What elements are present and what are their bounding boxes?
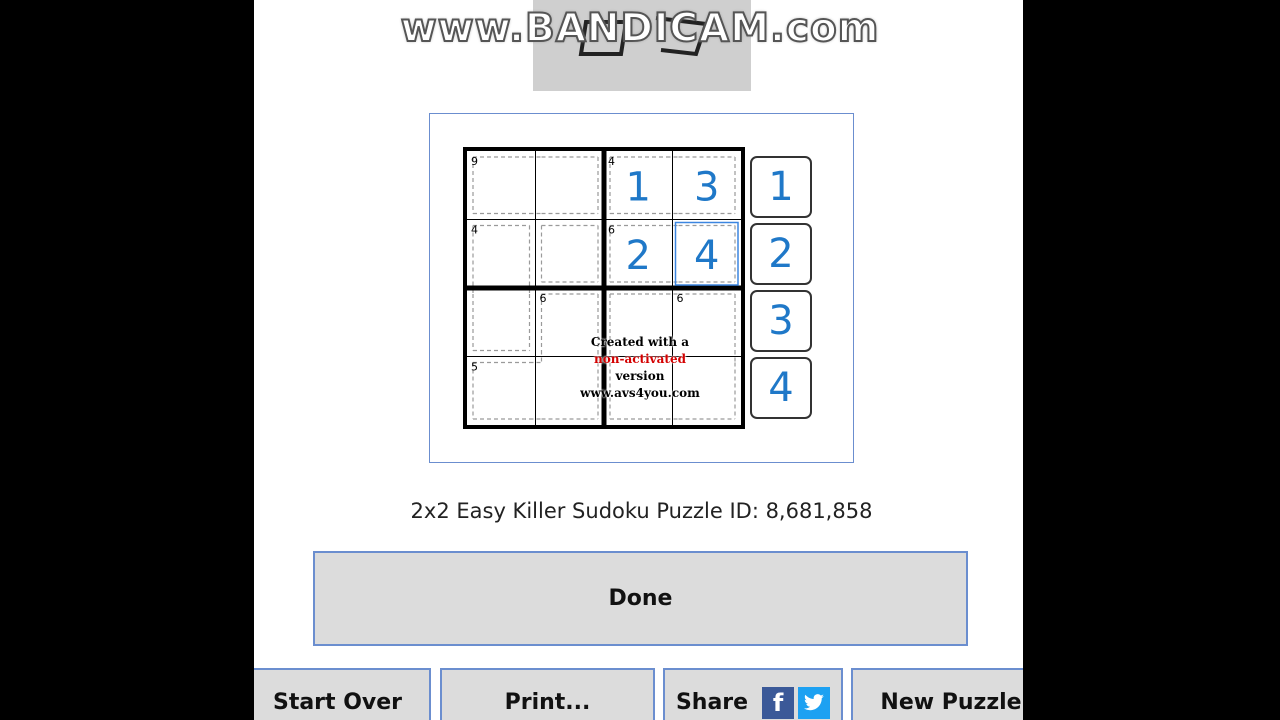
avs-watermark: Created with a non-activated version www… (580, 334, 700, 402)
avs-line-2-red: non-activated (594, 352, 686, 366)
share-label: Share (675, 690, 749, 715)
palette-button-3[interactable]: 3 (750, 290, 812, 352)
app-page: www.BANDICAM.com 94466651324 1234 Create… (254, 0, 1023, 720)
avs-line-2-rest: version (615, 369, 665, 383)
twitter-bird-icon (804, 694, 824, 711)
sudoku-cell[interactable] (467, 220, 536, 289)
facebook-icon[interactable]: f (762, 687, 795, 719)
avs-line-1: Created with a (590, 335, 690, 349)
bandicam-watermark: www.BANDICAM.com (400, 5, 880, 52)
new-puzzle-label: New Puzzle (880, 690, 1022, 715)
cell-digit: 1 (626, 164, 651, 210)
cell-digit: 3 (694, 164, 719, 210)
share-button[interactable]: Share f (663, 668, 843, 720)
start-over-button[interactable]: Start Over (254, 668, 431, 720)
sudoku-cell[interactable] (536, 220, 605, 289)
twitter-icon[interactable] (798, 687, 831, 719)
palette-button-2[interactable]: 2 (750, 223, 812, 285)
sudoku-cell[interactable] (467, 151, 536, 220)
puzzle-caption: 2x2 Easy Killer Sudoku Puzzle ID: 8,681,… (410, 499, 873, 523)
sudoku-cell[interactable] (536, 151, 605, 220)
start-over-label: Start Over (272, 690, 403, 715)
sudoku-cell[interactable] (467, 357, 536, 426)
sudoku-cell[interactable] (467, 288, 536, 357)
palette-button-4[interactable]: 4 (750, 357, 812, 419)
new-puzzle-button[interactable]: New Puzzle (851, 668, 1023, 720)
done-button[interactable]: Done (313, 551, 968, 646)
print-label: Print... (504, 690, 591, 715)
cell-digit: 2 (626, 233, 651, 279)
avs-line-2: non-activated version (580, 351, 700, 385)
cell-digit: 4 (694, 233, 719, 279)
print-button[interactable]: Print... (440, 668, 655, 720)
avs-line-3: www.avs4you.com (580, 386, 700, 400)
palette-button-1[interactable]: 1 (750, 156, 812, 218)
